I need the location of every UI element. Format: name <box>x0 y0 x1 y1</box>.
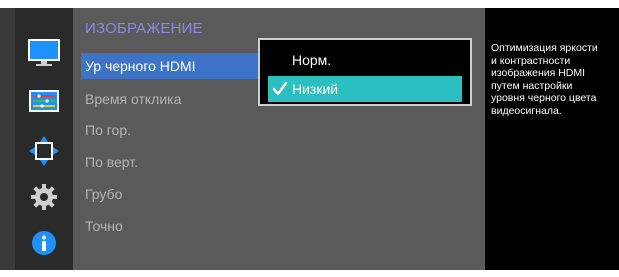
check-icon <box>272 76 288 110</box>
info-description: Оптимизация яркости и контрастности изоб… <box>491 42 598 117</box>
menu-item-fine[interactable]: Точно <box>81 213 259 239</box>
option-label: Норм. <box>292 52 332 68</box>
menu-item-response-time[interactable]: Время отклика <box>81 86 259 112</box>
info-icon[interactable] <box>24 226 64 260</box>
hdmi-black-level-options: Норм. Низкий <box>258 38 472 106</box>
option-low[interactable]: Низкий <box>268 76 462 102</box>
menu-item-coarse[interactable]: Грубо <box>81 181 259 207</box>
menu-title: ИЗОБРАЖЕНИЕ <box>85 20 203 37</box>
option-normal[interactable]: Норм. <box>268 47 462 73</box>
color-bars-icon[interactable] <box>24 84 64 118</box>
info-panel: Оптимизация яркости и контрастности изоб… <box>485 8 619 270</box>
move-arrows-icon[interactable] <box>24 134 64 168</box>
menu-item-v-position[interactable]: По верт. <box>81 149 259 175</box>
sidebar <box>15 8 73 270</box>
option-label: Низкий <box>292 81 339 97</box>
gear-icon[interactable] <box>24 180 64 214</box>
monitor-icon[interactable] <box>24 36 64 70</box>
menu-item-hdmi-black-level[interactable]: Ур черного HDMI <box>81 53 259 79</box>
menu-item-h-position[interactable]: По гор. <box>81 117 259 143</box>
